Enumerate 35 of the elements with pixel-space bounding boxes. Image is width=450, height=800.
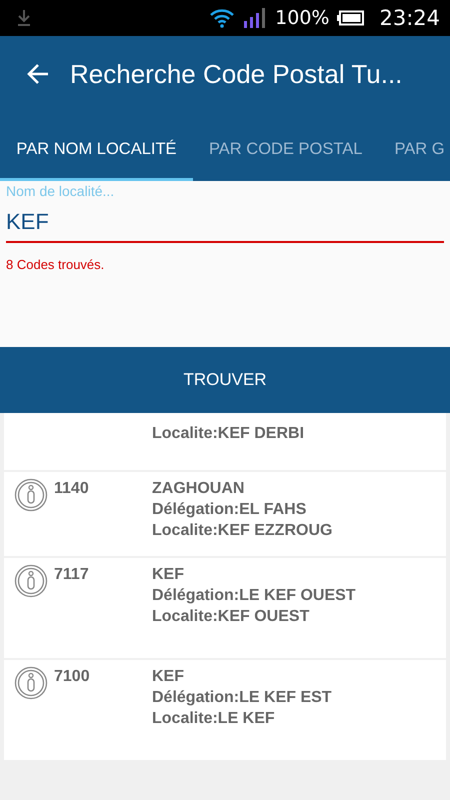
result-card[interactable]: 1140 ZAGHOUAN Délégation:EL FAHS Localite:KEF EZZROUG (4, 472, 446, 556)
locality: Localite:KEF OUEST (152, 607, 310, 627)
info-icon (14, 564, 48, 598)
governorate: KEF (152, 565, 185, 585)
clock: 23:24 (379, 6, 440, 30)
back-button[interactable] (26, 63, 50, 85)
governorate: KEF (152, 667, 185, 687)
tab[interactable]: PAR G (378, 112, 450, 181)
result-card[interactable]: Localite:KEF DERBI (4, 413, 446, 470)
result-card[interactable]: 7117 KEF Délégation:LE KEF OUEST Localite:KEF OUEST (4, 558, 446, 658)
delegation: Délégation:LE KEF EST (152, 688, 332, 708)
locality: Localite:LE KEF (152, 709, 276, 729)
wifi-icon (209, 8, 236, 28)
field-label: Nom de localité... (6, 183, 116, 199)
battery-percent: 100% (275, 7, 330, 29)
find-button[interactable]: TROUVER (0, 347, 450, 413)
governorate: ZAGHOUAN (152, 479, 246, 499)
app-title: Recherche Code Postal Tu... (70, 58, 402, 90)
locality-field[interactable]: KEF (6, 199, 444, 243)
postal-code: 7117 (54, 566, 89, 584)
tab[interactable]: PAR CODE POSTAL (193, 112, 378, 181)
info-icon (14, 666, 48, 700)
locality: Localite:KEF DERBI (152, 424, 304, 444)
delegation: Délégation:EL FAHS (152, 500, 308, 520)
download-icon (16, 9, 32, 27)
result-count: 8 Codes trouvés. (6, 257, 106, 272)
tab[interactable]: PAR NOM LOCALITÉ (0, 112, 193, 181)
postal-code: 7100 (54, 668, 90, 686)
signal-icon (243, 7, 268, 29)
delegation: Délégation:LE KEF OUEST (152, 586, 356, 606)
postal-code: 1140 (54, 480, 89, 498)
info-icon (14, 478, 48, 512)
locality: Localite:KEF EZZROUG (152, 521, 332, 541)
result-card[interactable]: 7100 KEF Délégation:LE KEF EST Localite:LE KEF (4, 660, 446, 760)
battery-icon (337, 10, 366, 26)
